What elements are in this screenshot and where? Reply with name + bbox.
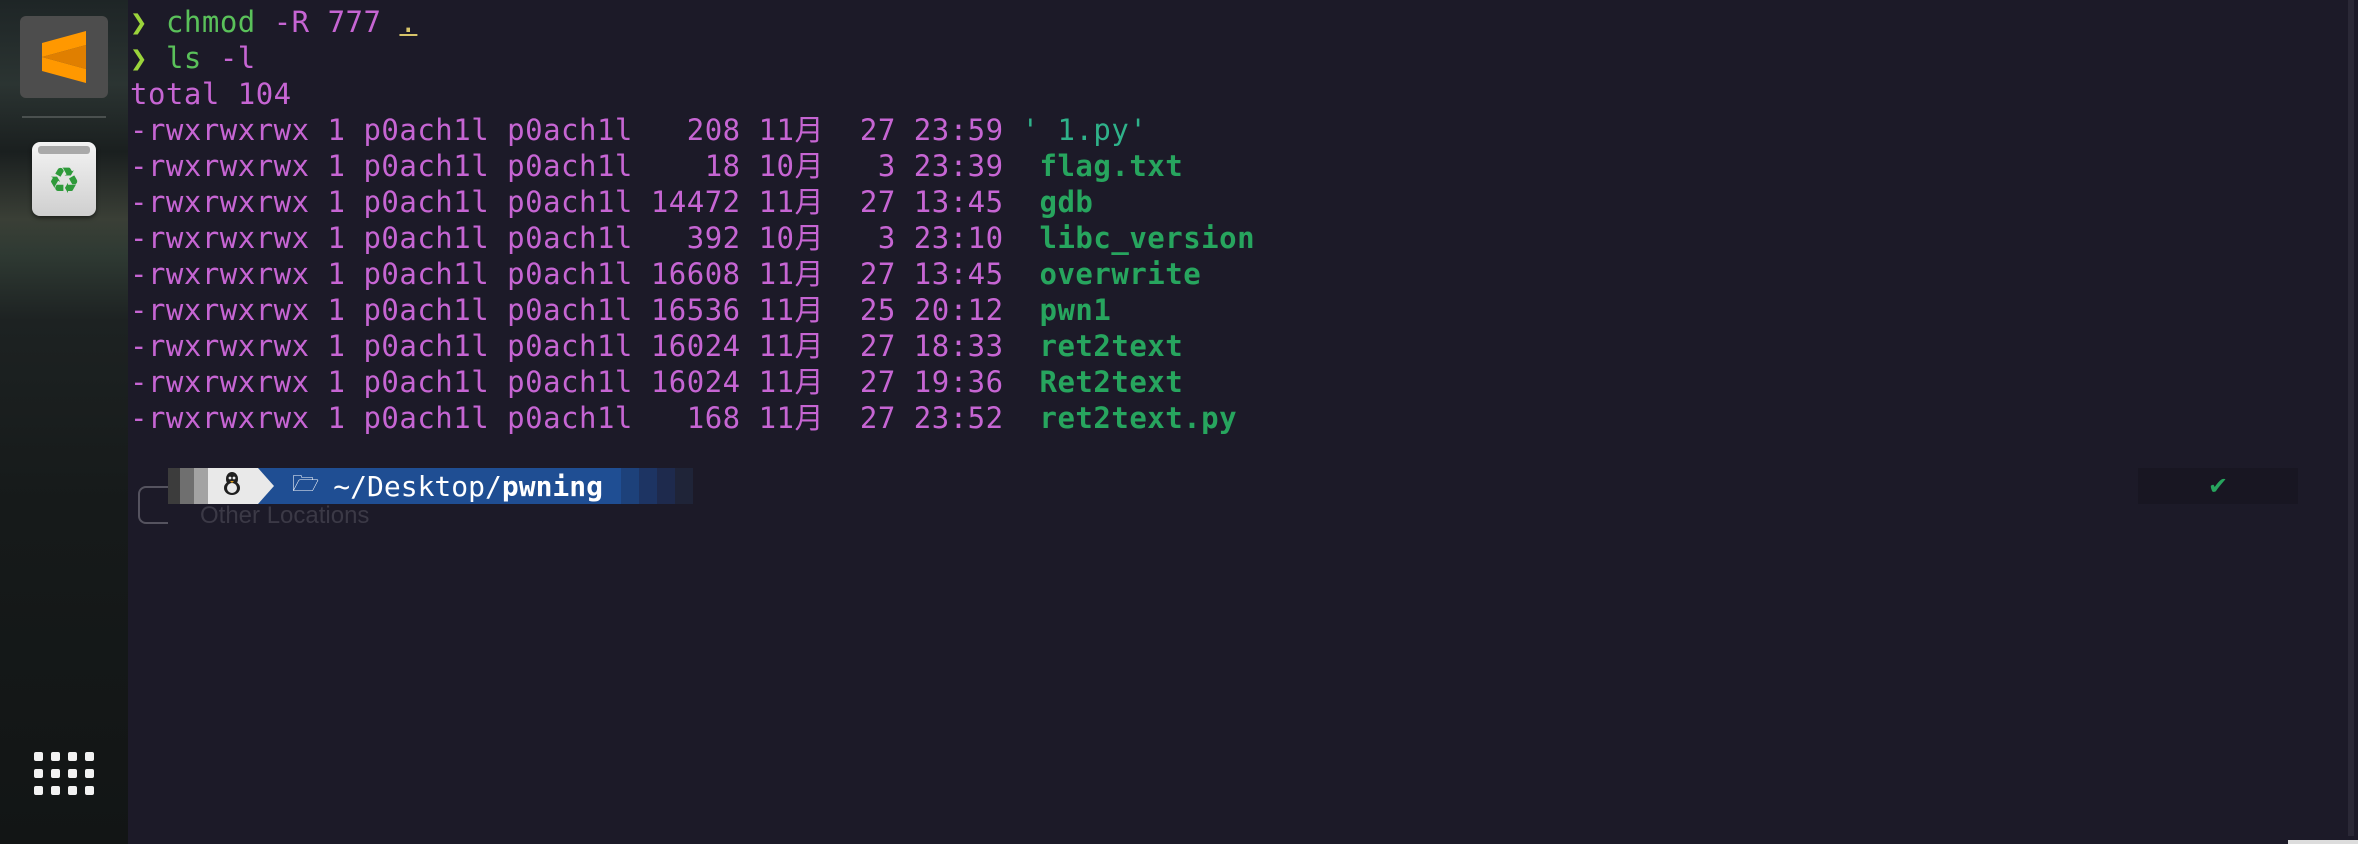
file-name: flag.txt [1039,149,1184,183]
linux-tux-icon [220,470,244,503]
prompt-fade-segment [639,468,658,504]
file-meta: -rwxrwxrwx 1 p0ach1l p0ach1l 16608 11月 2… [130,257,1040,291]
path-current: pwning [501,469,604,503]
command-target: . [399,5,418,39]
dock: ♻ [0,0,128,844]
file-name: ret2text.py [1039,401,1238,435]
prompt-fade-segment [180,468,194,504]
listing-row: -rwxrwxrwx 1 p0ach1l p0ach1l 16536 11月 2… [130,292,1111,328]
dock-app-sublime-text[interactable] [20,16,108,98]
ghost-other-locations: Other Locations [200,502,370,529]
command-args: -l [201,41,256,75]
trash-icon: ♻ [32,142,96,216]
folder-open-icon: 🗁 [292,472,320,497]
command-line-chmod: ❯ chmod -R 777 . [130,4,417,40]
prompt-fade-segment [657,468,676,504]
dock-separator [22,116,106,118]
prompt-fade-segment [675,468,694,504]
listing-row: -rwxrwxrwx 1 p0ach1l p0ach1l 16608 11月 2… [130,256,1201,292]
file-name: gdb [1039,185,1094,219]
listing-row: -rwxrwxrwx 1 p0ach1l p0ach1l 168 11月 27 … [130,400,1237,436]
checkmark-icon: ✔ [2207,472,2229,500]
terminal-window[interactable]: Other Locations ❯ chmod -R 777 . ❯ ls -l… [130,0,2358,844]
os-segment [208,468,258,504]
file-name: pwn1 [1039,293,1112,327]
listing-row: -rwxrwxrwx 1 p0ach1l p0ach1l 208 11月 27 … [130,112,1147,148]
status-segment: ✔ [2138,468,2298,504]
recycle-symbol: ♻ [47,161,81,202]
file-meta: -rwxrwxrwx 1 p0ach1l p0ach1l 16024 11月 2… [130,329,1040,363]
file-meta: -rwxrwxrwx 1 p0ach1l p0ach1l 16024 11月 2… [130,365,1040,399]
file-meta: -rwxrwxrwx 1 p0ach1l p0ach1l 392 10月 3 2… [130,221,1040,255]
prompt-fade-segment [194,468,208,504]
prompt-arrow-icon: ❯ [130,5,148,39]
command-name: ls [165,41,202,75]
file-name: overwrite [1039,257,1202,291]
listing-row: -rwxrwxrwx 1 p0ach1l p0ach1l 16024 11月 2… [130,328,1183,364]
prompt-fade-segment [621,468,640,504]
file-meta: -rwxrwxrwx 1 p0ach1l p0ach1l 208 11月 27 … [130,113,1022,147]
listing-row: -rwxrwxrwx 1 p0ach1l p0ach1l 392 10月 3 2… [130,220,1255,256]
cursor-outline [138,486,168,524]
command-args: -R 777 [255,5,400,39]
command-name: chmod [165,5,256,39]
show-apps-grid-icon[interactable] [34,752,94,808]
window-edge [2288,840,2358,844]
prompt-separator-icon [258,468,274,504]
listing-row: -rwxrwxrwx 1 p0ach1l p0ach1l 14472 11月 2… [130,184,1093,220]
file-meta: -rwxrwxrwx 1 p0ach1l p0ach1l 18 10月 3 23… [130,149,1040,183]
command-line-ls: ❯ ls -l [130,40,256,76]
file-name: ' 1.py' [1021,113,1148,147]
listing-row: -rwxrwxrwx 1 p0ach1l p0ach1l 18 10月 3 23… [130,148,1183,184]
prompt-arrow-icon: ❯ [130,41,148,75]
file-name: ret2text [1039,329,1184,363]
sublime-text-icon [36,29,92,85]
dock-app-trash[interactable]: ♻ [20,138,108,220]
scrollbar[interactable] [2348,0,2354,836]
powerline-prompt: 🗁 ~/Desktop/pwning [168,468,694,504]
path-prefix: ~/Desktop/ [333,469,502,503]
directory-segment: 🗁 ~/Desktop/pwning [274,468,622,504]
listing-row: -rwxrwxrwx 1 p0ach1l p0ach1l 16024 11月 2… [130,364,1183,400]
file-meta: -rwxrwxrwx 1 p0ach1l p0ach1l 16536 11月 2… [130,293,1040,327]
prompt-fade-segment [168,468,180,504]
file-meta: -rwxrwxrwx 1 p0ach1l p0ach1l 14472 11月 2… [130,185,1040,219]
listing-total: total 104 [130,77,292,111]
file-name: Ret2text [1039,365,1184,399]
file-name: libc_version [1039,221,1256,255]
file-meta: -rwxrwxrwx 1 p0ach1l p0ach1l 168 11月 27 … [130,401,1040,435]
